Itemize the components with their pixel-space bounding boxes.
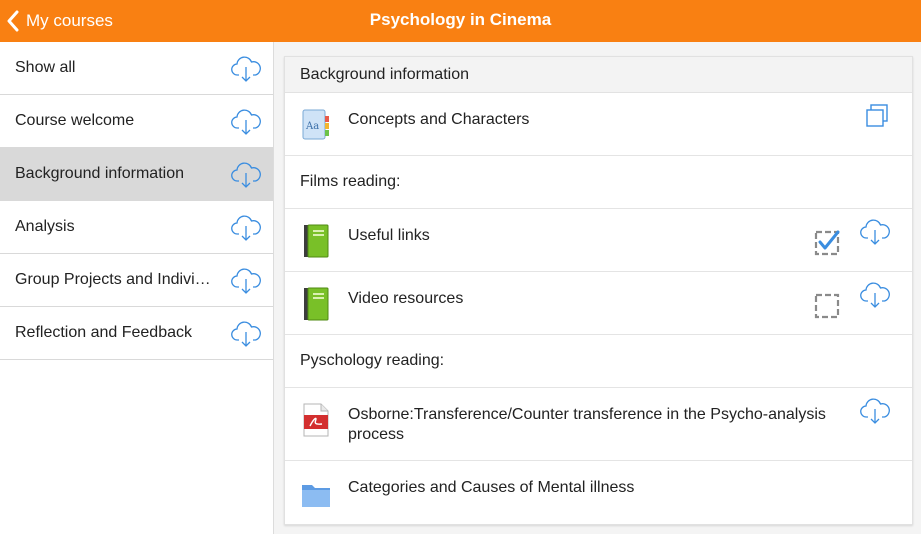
module-row-osborne-pdf[interactable]: Osborne:Transference/Counter transferenc…	[285, 388, 912, 461]
sidebar-item-reflection-feedback[interactable]: Reflection and Feedback	[0, 307, 273, 360]
cloud-download-icon[interactable]	[231, 108, 261, 136]
sidebar-item-label: Group Projects and Indivi…	[15, 271, 211, 288]
module-row-categories-folder[interactable]: Categories and Causes of Mental illness	[285, 461, 912, 524]
back-button-label: My courses	[26, 11, 113, 30]
sidebar-item-label: Reflection and Feedback	[15, 324, 192, 341]
open-external-icon[interactable]	[864, 103, 890, 129]
section-label-psychology-reading: Pyschology reading:	[285, 335, 912, 388]
sidebar-item-label: Show all	[15, 59, 76, 76]
module-title: Useful links	[348, 227, 430, 244]
cloud-download-icon[interactable]	[860, 281, 890, 309]
sidebar-item-course-welcome[interactable]: Course welcome	[0, 95, 273, 148]
pdf-icon	[303, 403, 329, 437]
glossary-icon: Aa	[302, 109, 329, 140]
section-label-films-reading: Films reading:	[285, 156, 912, 209]
cloud-download-icon[interactable]	[231, 320, 261, 348]
cloud-download-icon[interactable]	[231, 214, 261, 242]
back-button[interactable]: My courses	[6, 0, 113, 42]
sidebar-item-analysis[interactable]: Analysis	[0, 201, 273, 254]
top-bar: My courses Psychology in Cinema	[0, 0, 921, 42]
module-row-video-resources[interactable]: Video resources	[285, 272, 912, 335]
module-title: Video resources	[348, 290, 464, 307]
module-row-concepts-characters[interactable]: Aa Concepts and Characters	[285, 93, 912, 156]
folder-icon	[302, 485, 330, 507]
sidebar-item-label: Course welcome	[15, 112, 135, 129]
module-title: Categories and Causes of Mental illness	[348, 479, 635, 496]
sidebar-item-background-information[interactable]: Background information	[0, 148, 273, 201]
sidebar-item-show-all[interactable]: Show all	[0, 42, 273, 95]
cloud-download-icon[interactable]	[231, 55, 261, 83]
book-icon	[304, 287, 329, 321]
module-title: Osborne:Transference/Counter transferenc…	[348, 406, 826, 443]
svg-text:Aa: Aa	[305, 121, 319, 132]
cloud-download-icon[interactable]	[231, 267, 261, 295]
completion-unchecked-icon[interactable]	[814, 291, 842, 319]
module-row-useful-links[interactable]: Useful links	[285, 209, 912, 272]
section-sidebar: Show all Course welcome Background infor…	[0, 42, 274, 534]
page-title: Psychology in Cinema	[369, 10, 552, 29]
cloud-download-icon[interactable]	[231, 161, 261, 189]
sidebar-item-group-projects[interactable]: Group Projects and Indivi…	[0, 254, 273, 307]
section-title: Background information	[285, 57, 912, 93]
section-content: Background information Aa Concepts and C…	[274, 42, 921, 534]
module-title: Concepts and Characters	[348, 111, 530, 128]
sidebar-item-label: Background information	[15, 165, 184, 182]
chevron-left-icon	[7, 10, 19, 32]
cloud-download-icon[interactable]	[860, 397, 890, 425]
section-panel: Background information Aa Concepts and C…	[284, 56, 913, 525]
book-icon	[304, 224, 329, 258]
completion-checked-icon[interactable]	[814, 228, 842, 256]
sidebar-item-label: Analysis	[15, 218, 75, 235]
cloud-download-icon[interactable]	[860, 218, 890, 246]
